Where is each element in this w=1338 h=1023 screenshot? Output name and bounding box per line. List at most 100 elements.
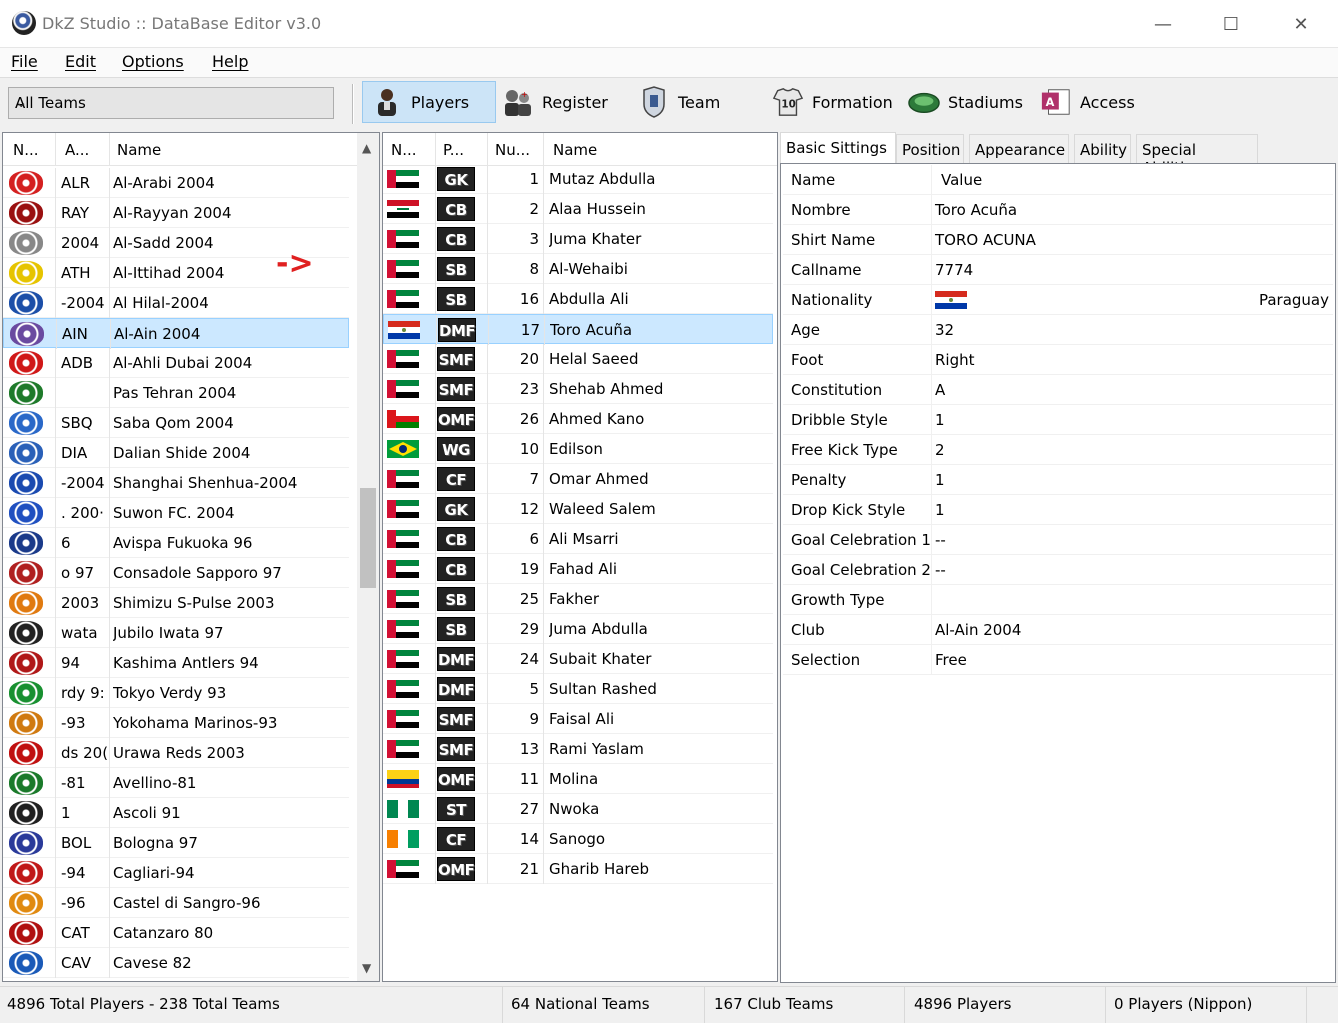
property-value[interactable]: Right: [935, 351, 975, 369]
property-value[interactable]: Free: [935, 651, 967, 669]
menu-edit[interactable]: Edit: [65, 52, 96, 71]
property-row[interactable]: Shirt Name TORO ACUNA: [783, 225, 1333, 255]
player-row[interactable]: SMF 9 Faisal Ali: [383, 704, 773, 734]
property-row[interactable]: Callname 7774: [783, 255, 1333, 285]
player-row[interactable]: SB 29 Juma Abdulla: [383, 614, 773, 644]
team-row[interactable]: 94 Kashima Antlers 94: [3, 648, 349, 678]
team-row[interactable]: rdy 9: Tokyo Verdy 93: [3, 678, 349, 708]
property-row[interactable]: Free Kick Type 2: [783, 435, 1333, 465]
player-row[interactable]: CB 3 Juma Khater: [383, 224, 773, 254]
minimize-button[interactable]: —: [1128, 0, 1198, 48]
player-row[interactable]: OMF 11 Molina: [383, 764, 773, 794]
player-row[interactable]: SB 25 Fakher: [383, 584, 773, 614]
teams-col-n[interactable]: N...: [13, 141, 39, 159]
team-row[interactable]: BOL Bologna 97: [3, 828, 349, 858]
teams-col-abbr[interactable]: A...: [65, 141, 89, 159]
chevron-up-icon[interactable]: ▲: [362, 141, 371, 155]
property-row[interactable]: Goal Celebration 1 --: [783, 525, 1333, 555]
team-row[interactable]: -93 Yokohama Marinos-93: [3, 708, 349, 738]
player-row[interactable]: WG 10 Edilson: [383, 434, 773, 464]
property-value[interactable]: Toro Acuña: [935, 201, 1017, 219]
property-row[interactable]: Nombre Toro Acuña: [783, 195, 1333, 225]
players-button[interactable]: Players: [362, 81, 496, 123]
team-row[interactable]: -96 Castel di Sangro-96: [3, 888, 349, 918]
property-value[interactable]: A: [935, 381, 945, 399]
team-row[interactable]: o 97 Consadole Sapporo 97: [3, 558, 349, 588]
player-row[interactable]: CF 7 Omar Ahmed: [383, 464, 773, 494]
player-row[interactable]: OMF 21 Gharib Hareb: [383, 854, 773, 884]
team-row[interactable]: -2004 Al Hilal-2004: [3, 288, 349, 318]
tab-appearance[interactable]: Appearance: [969, 134, 1069, 164]
register-button[interactable]: + Register: [502, 81, 608, 123]
team-row[interactable]: -2004 Shanghai Shenhua-2004: [3, 468, 349, 498]
property-value[interactable]: 1: [935, 501, 945, 519]
players-col-position[interactable]: P...: [443, 141, 464, 159]
menu-help[interactable]: Help: [212, 52, 248, 71]
player-row[interactable]: DMF 24 Subait Khater: [383, 644, 773, 674]
teams-scrollbar[interactable]: ▲ ▼: [357, 133, 379, 981]
property-row[interactable]: Selection Free: [783, 645, 1333, 675]
property-value[interactable]: 1: [935, 411, 945, 429]
property-value[interactable]: Al-Ain 2004: [935, 621, 1021, 639]
team-row[interactable]: -81 Avellino-81: [3, 768, 349, 798]
team-row[interactable]: CAT Catanzaro 80: [3, 918, 349, 948]
player-row[interactable]: CF 14 Sanogo: [383, 824, 773, 854]
player-row[interactable]: GK 1 Mutaz Abdulla: [383, 164, 773, 194]
tab-basic-sittings[interactable]: Basic Sittings: [780, 132, 896, 164]
property-value[interactable]: --: [935, 531, 946, 549]
players-col-name[interactable]: Name: [553, 141, 597, 159]
property-value[interactable]: 1: [935, 471, 945, 489]
players-col-nation[interactable]: N...: [391, 141, 417, 159]
menu-file[interactable]: File: [11, 52, 38, 71]
property-row[interactable]: Penalty 1: [783, 465, 1333, 495]
team-button[interactable]: Team: [638, 81, 720, 123]
property-row[interactable]: Goal Celebration 2 --: [783, 555, 1333, 585]
player-row[interactable]: SB 8 Al-Wehaibi: [383, 254, 773, 284]
tab-position[interactable]: Position: [896, 134, 964, 164]
player-row[interactable]: CB 2 Alaa Hussein: [383, 194, 773, 224]
team-row[interactable]: Pas Tehran 2004: [3, 378, 349, 408]
team-row[interactable]: . 200· Suwon FC. 2004: [3, 498, 349, 528]
team-row[interactable]: SBQ Saba Qom 2004: [3, 408, 349, 438]
team-row[interactable]: AIN Al-Ain 2004: [3, 318, 349, 349]
player-row[interactable]: SB 16 Abdulla Ali: [383, 284, 773, 314]
team-row[interactable]: ADB Al-Ahli Dubai 2004: [3, 348, 349, 378]
team-row[interactable]: 2003 Shimizu S-Pulse 2003: [3, 588, 349, 618]
formation-button[interactable]: 10 Formation: [772, 81, 893, 123]
property-row[interactable]: Club Al-Ain 2004: [783, 615, 1333, 645]
player-row[interactable]: SMF 13 Rami Yaslam: [383, 734, 773, 764]
team-row[interactable]: 6 Avispa Fukuoka 96: [3, 528, 349, 558]
chevron-down-icon[interactable]: ▼: [362, 961, 371, 975]
property-value[interactable]: Paraguay: [1259, 291, 1329, 309]
property-row[interactable]: Dribble Style 1: [783, 405, 1333, 435]
player-row[interactable]: DMF 5 Sultan Rashed: [383, 674, 773, 704]
property-row[interactable]: Nationality Paraguay: [783, 285, 1333, 315]
access-button[interactable]: A Access: [1040, 81, 1135, 123]
property-row[interactable]: Constitution A: [783, 375, 1333, 405]
menu-options[interactable]: Options: [122, 52, 184, 71]
player-row[interactable]: ST 27 Nwoka: [383, 794, 773, 824]
team-row[interactable]: -94 Cagliari-94: [3, 858, 349, 888]
property-value[interactable]: 7774: [935, 261, 973, 279]
team-row[interactable]: RAY Al-Rayyan 2004: [3, 198, 349, 228]
maximize-button[interactable]: ☐: [1196, 0, 1266, 48]
property-row[interactable]: Growth Type: [783, 585, 1333, 615]
property-value[interactable]: 2: [935, 441, 945, 459]
player-row[interactable]: DMF 17 Toro Acuña: [383, 314, 773, 345]
property-row[interactable]: Drop Kick Style 1: [783, 495, 1333, 525]
team-row[interactable]: wata Jubilo Iwata 97: [3, 618, 349, 648]
property-row[interactable]: Age 32: [783, 315, 1333, 345]
tab-ability[interactable]: Ability: [1074, 134, 1131, 164]
player-row[interactable]: OMF 26 Ahmed Kano: [383, 404, 773, 434]
player-row[interactable]: CB 6 Ali Msarri: [383, 524, 773, 554]
team-row[interactable]: 1 Ascoli 91: [3, 798, 349, 828]
property-value[interactable]: TORO ACUNA: [935, 231, 1036, 249]
stadiums-button[interactable]: Stadiums: [908, 81, 1023, 123]
tab-special-abilities[interactable]: Special Abilities: [1136, 134, 1258, 177]
player-row[interactable]: GK 12 Waleed Salem: [383, 494, 773, 524]
team-row[interactable]: DIA Dalian Shide 2004: [3, 438, 349, 468]
team-row[interactable]: ds 20(Urawa Reds 2003: [3, 738, 349, 768]
property-value[interactable]: 32: [935, 321, 954, 339]
team-row[interactable]: ALR Al-Arabi 2004: [3, 168, 349, 198]
teams-col-name[interactable]: Name: [117, 141, 161, 159]
